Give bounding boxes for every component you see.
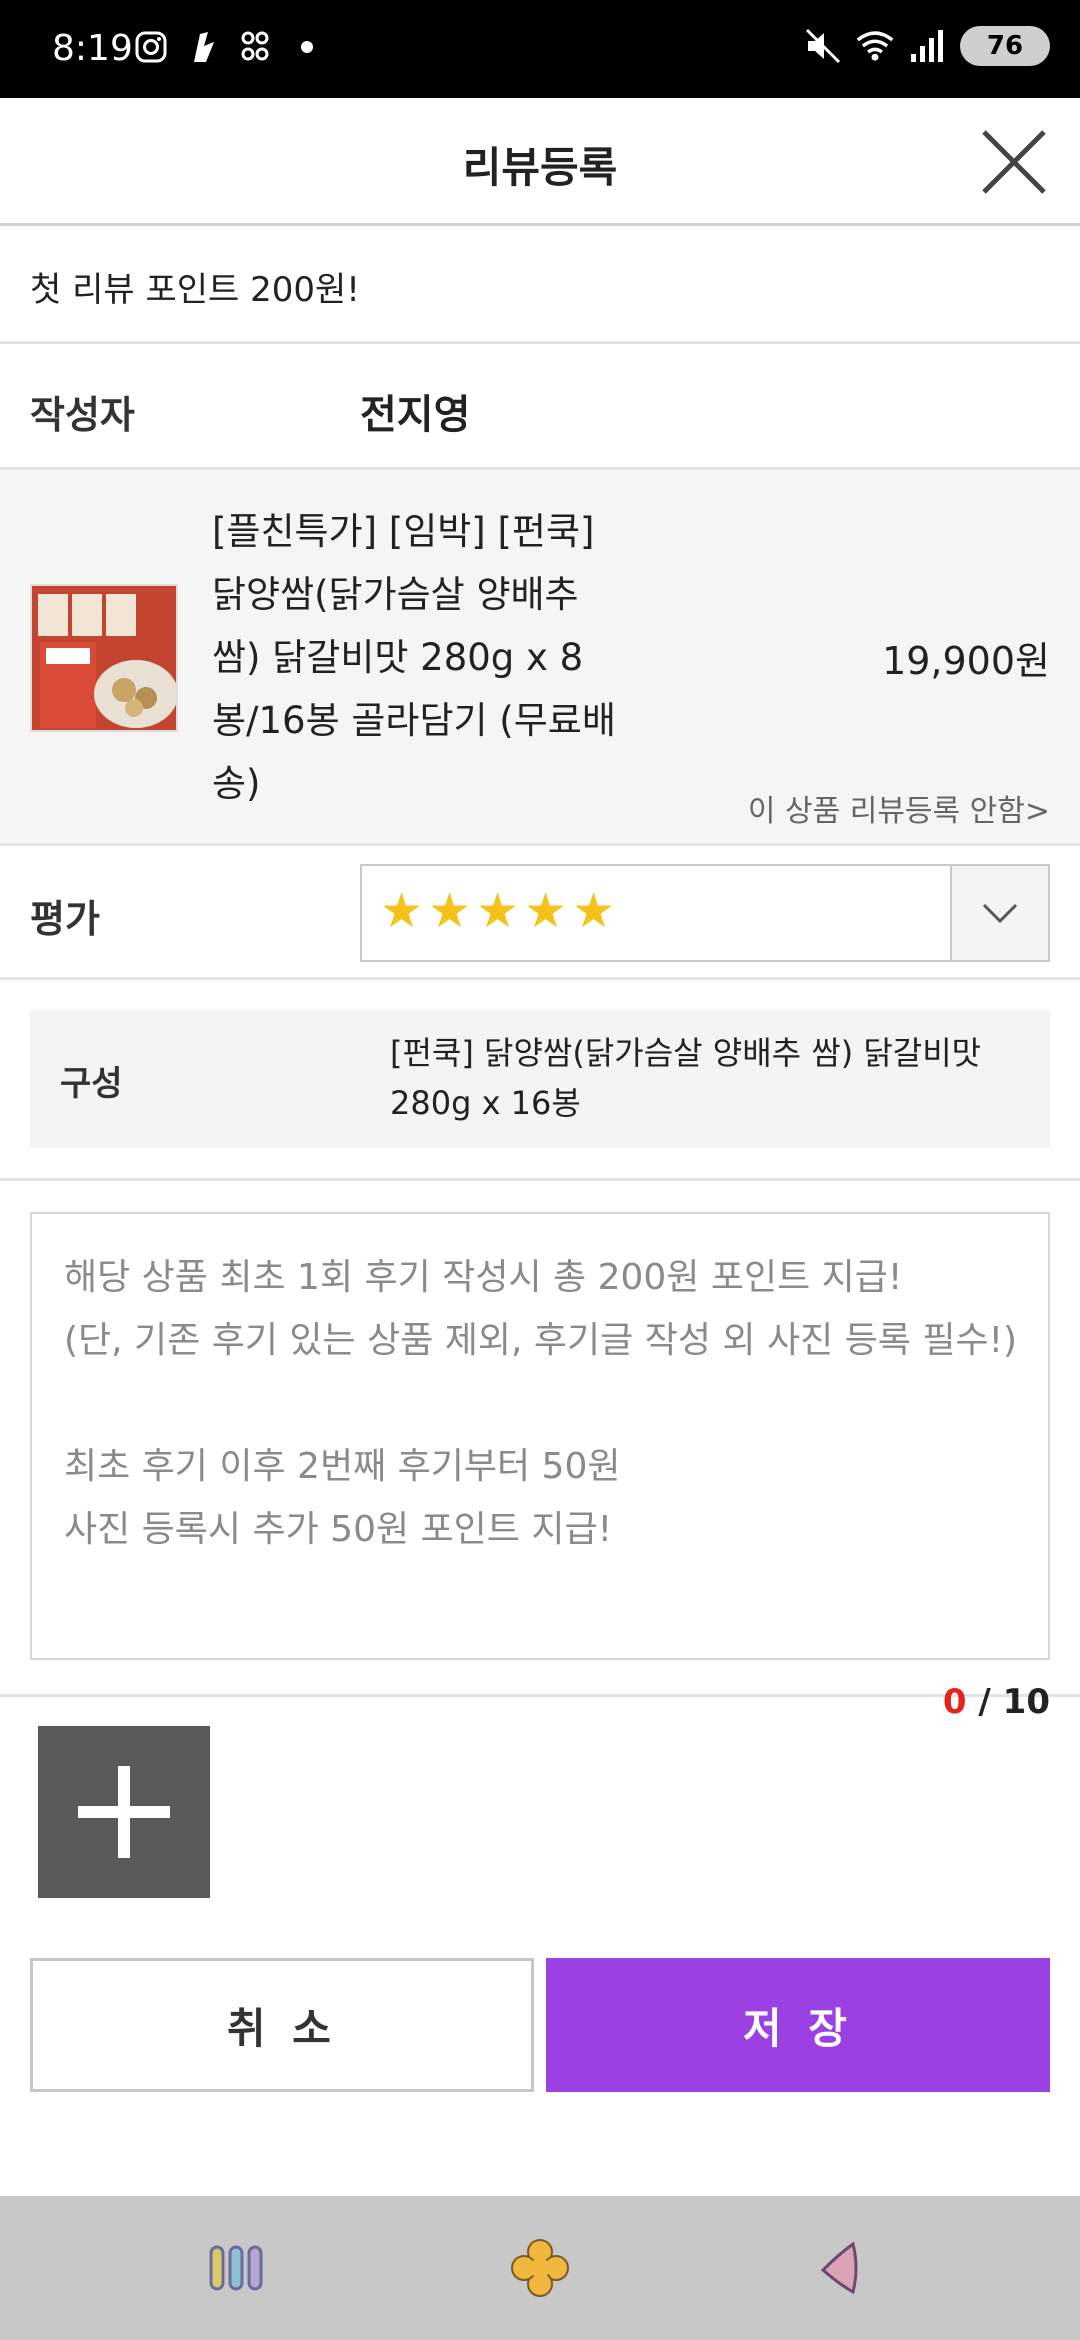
navigation-bar	[0, 2196, 1080, 2340]
wifi-icon	[856, 27, 894, 65]
author-row: 작성자 전지영	[0, 344, 1080, 470]
star-icon: ★	[476, 883, 520, 939]
plus-icon	[78, 1766, 170, 1858]
battery-icon: 76	[960, 26, 1050, 66]
save-button[interactable]: 저 장	[546, 1958, 1050, 2092]
divider	[0, 1694, 1080, 1697]
review-guide-link[interactable]: 이 상품 리뷰등록 안함>	[748, 786, 1050, 830]
recents-icon	[209, 2245, 263, 2291]
notification-icons	[132, 28, 326, 66]
chevron-down-icon[interactable]	[950, 866, 1048, 960]
photo-count-separator: /	[966, 1682, 1003, 1722]
status-bar: 8:19 76	[0, 0, 1080, 98]
rating-stars: ★ ★ ★ ★ ★	[380, 886, 616, 936]
close-button[interactable]	[978, 126, 1050, 198]
dot-icon	[288, 28, 326, 66]
system-icons: 76	[804, 26, 1050, 66]
option-value: [펀쿡] 닭양쌈(닭가슴살 양배추 쌈) 닭갈비맛 280g x 16봉	[390, 1034, 982, 1122]
promo-text: 첫 리뷰 포인트 200원!	[30, 270, 360, 310]
add-photo-button[interactable]	[38, 1726, 210, 1898]
app-icon	[184, 28, 222, 66]
star-icon: ★	[428, 883, 472, 939]
mute-icon	[804, 27, 842, 65]
app-grid-icon	[236, 28, 274, 66]
author-label: 작성자	[30, 393, 135, 437]
photo-count-current: 0	[942, 1682, 967, 1722]
author-name: 전지영	[360, 392, 471, 438]
close-icon	[982, 130, 1046, 194]
signal-icon	[908, 27, 946, 65]
option-box: 구성 [펀쿡] 닭양쌈(닭가슴살 양배추 쌈) 닭갈비맛 280g x 16봉	[30, 1010, 1050, 1148]
rating-label: 평가	[30, 897, 100, 941]
promo-banner: 첫 리뷰 포인트 200원!	[0, 226, 1080, 344]
back-button[interactable]	[800, 2232, 880, 2304]
product-price: 19,900원	[882, 639, 1050, 683]
star-icon: ★	[572, 883, 616, 939]
star-icon: ★	[524, 883, 568, 939]
rating-row: 평가 ★ ★ ★ ★ ★	[0, 846, 1080, 980]
cancel-button[interactable]: 취 소	[30, 1958, 534, 2092]
review-placeholder: 해당 상품 최초 1회 후기 작성시 총 200원 포인트 지급! (단, 기존…	[64, 1257, 1018, 1550]
product-info: [플친특가] [임박] [펀쿡] 닭양쌈(닭가슴살 양배추 쌈) 닭갈비맛 28…	[0, 470, 1080, 846]
home-icon	[511, 2239, 569, 2297]
page-title: 리뷰등록	[462, 143, 618, 192]
review-textarea[interactable]: 해당 상품 최초 1회 후기 작성시 총 200원 포인트 지급! (단, 기존…	[30, 1212, 1050, 1660]
option-label: 구성	[60, 1064, 123, 1104]
recents-button[interactable]	[196, 2232, 276, 2304]
rating-select[interactable]: ★ ★ ★ ★ ★	[360, 864, 1050, 962]
header: 리뷰등록	[0, 98, 1080, 226]
instagram-icon	[132, 28, 170, 66]
star-icon: ★	[380, 883, 424, 939]
photo-counter: 0 / 10	[943, 1682, 1050, 1722]
photo-count-max: 10	[1002, 1682, 1050, 1722]
divider	[0, 1178, 1080, 1181]
home-button[interactable]	[500, 2232, 580, 2304]
back-icon	[820, 2241, 858, 2295]
status-time: 8:19	[52, 28, 133, 69]
product-thumbnail	[30, 584, 178, 732]
product-name: [플친특가] [임박] [펀쿡] 닭양쌈(닭가슴살 양배추 쌈) 닭갈비맛 28…	[212, 510, 616, 805]
